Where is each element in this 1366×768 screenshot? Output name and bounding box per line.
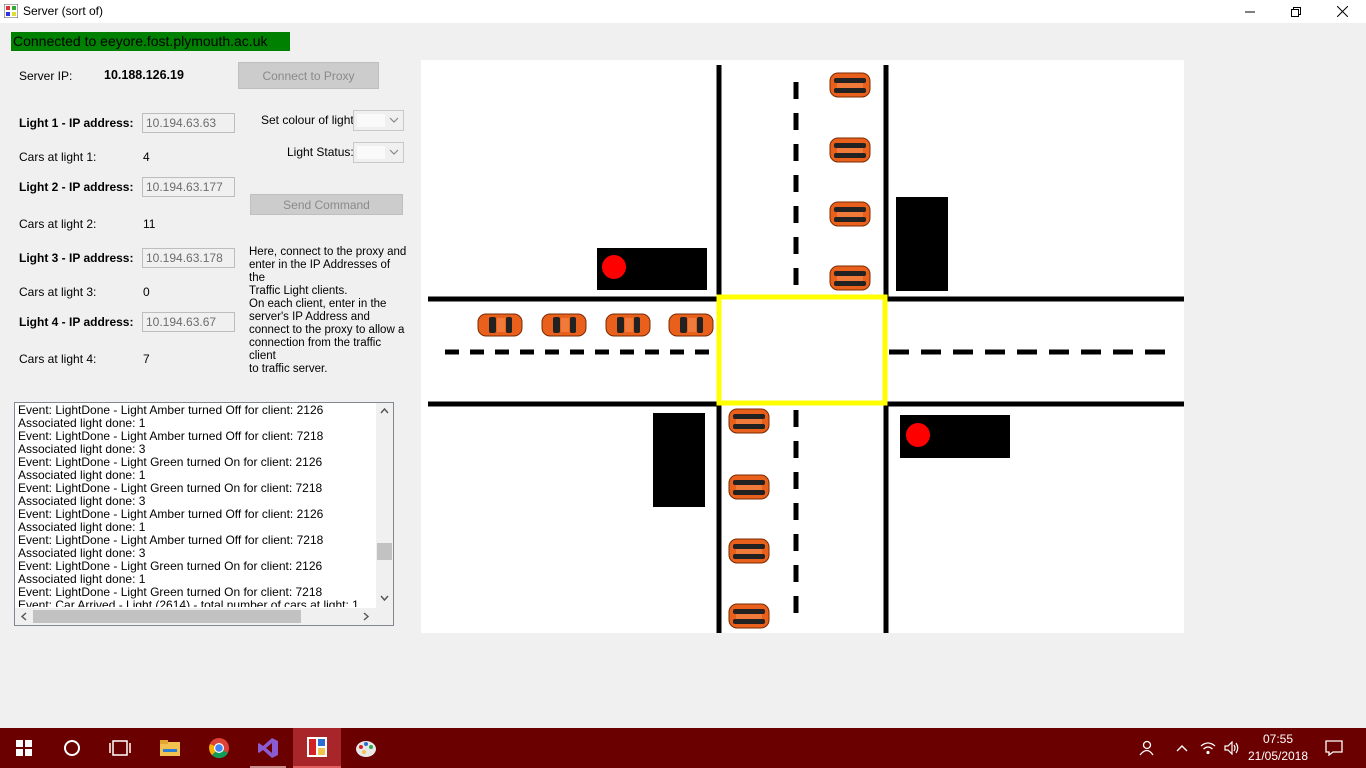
light-2-cars-value: 11 [143,217,156,231]
traffic-light-south [653,413,705,507]
car [728,538,770,564]
light-4-ip-field[interactable]: 10.194.63.67 [142,312,235,332]
send-command-button[interactable]: Send Command [250,194,403,215]
car [477,313,523,337]
car [605,313,651,337]
task-view-button[interactable] [96,728,144,768]
event-log-lines: Event: LightDone - Light Amber turned Of… [18,404,376,607]
network-button[interactable] [1196,728,1220,768]
car [728,474,770,500]
scroll-right-icon[interactable] [361,612,370,621]
car [668,313,714,337]
minimize-button[interactable] [1227,0,1273,23]
file-explorer-button[interactable] [146,728,194,768]
close-button[interactable] [1319,0,1365,23]
scroll-up-icon[interactable] [380,407,389,416]
log-horizontal-thumb[interactable] [33,610,301,623]
start-icon [16,740,32,756]
log-vertical-thumb[interactable] [377,543,392,560]
volume-button[interactable] [1220,728,1244,768]
light-2-cars-label: Cars at light 2: [19,217,97,231]
log-line[interactable]: Event: Car Arrived - Light (2614) - tota… [18,599,376,608]
intersection-canvas [421,60,1184,633]
action-center-button[interactable] [1312,728,1356,768]
server-ip-value: 10.188.126.19 [104,68,184,82]
restore-button[interactable] [1273,0,1319,23]
visual-studio-icon [258,738,278,758]
light-3-ip-label: Light 3 - IP address: [19,251,134,265]
connect-to-proxy-button[interactable]: Connect to Proxy [238,62,379,89]
red-light-indicator [602,255,626,279]
light-status-select[interactable] [353,142,404,163]
scroll-down-icon[interactable] [380,593,389,602]
light-4-ip-label: Light 4 - IP address: [19,315,134,329]
title-bar: Server (sort of) [0,0,1366,23]
clock-date: 21/05/2018 [1247,749,1309,763]
people-button[interactable] [1124,728,1168,768]
server-app-icon [307,737,327,757]
light-1-ip-field[interactable]: 10.194.63.63 [142,113,235,133]
light-status-label: Light Status: [287,145,354,159]
chevron-down-icon [389,117,399,123]
car [829,72,871,98]
show-hidden-icons-button[interactable] [1168,728,1196,768]
connection-status-banner: Connected to eeyore.fost.plymouth.ac.uk [11,32,290,51]
visual-studio-button[interactable] [244,728,292,768]
clock-time: 07:55 [1262,732,1294,746]
task-view-icon [109,740,131,756]
light-2-ip-field[interactable]: 10.194.63.177 [142,177,235,197]
paint-button[interactable] [342,728,390,768]
set-colour-label: Set colour of light: [261,113,358,127]
close-icon [1336,6,1348,17]
file-explorer-icon [160,740,180,756]
help-text-proxy: Here, connect to the proxy and enter in … [249,246,407,297]
light-1-ip-label: Light 1 - IP address: [19,116,134,130]
car [829,265,871,291]
colour-select[interactable] [353,110,404,131]
car [541,313,587,337]
people-icon [1139,740,1154,756]
server-app-button[interactable] [293,728,341,768]
car [728,603,770,629]
start-button[interactable] [0,728,48,768]
car [728,408,770,434]
app-icon [4,4,18,18]
light-2-ip-label: Light 2 - IP address: [19,180,134,194]
red-light-indicator [906,423,930,447]
help-text-client: On each client, enter in the server's IP… [249,298,405,375]
window-title: Server (sort of) [23,4,104,18]
event-log-listbox[interactable]: Event: LightDone - Light Amber turned Of… [14,402,394,626]
light-1-cars-value: 4 [143,150,150,164]
junction-box [716,294,888,406]
restore-icon [1291,6,1301,17]
paint-icon [356,741,376,757]
light-3-cars-value: 0 [143,285,150,299]
light-3-cars-label: Cars at light 3: [19,285,97,299]
minimize-icon [1245,11,1255,12]
notification-icon [1325,740,1343,756]
cortana-button[interactable] [48,728,96,768]
log-horizontal-scrollbar[interactable] [15,608,376,625]
taskbar: 07:55 21/05/2018 [0,728,1366,768]
log-vertical-scrollbar[interactable] [376,403,393,608]
light-1-cars-label: Cars at light 1: [19,150,97,164]
system-clock[interactable]: 07:55 21/05/2018 [1246,731,1310,765]
cortana-icon [64,740,80,756]
scroll-left-icon[interactable] [20,612,29,621]
chrome-button[interactable] [195,728,243,768]
light-3-ip-field[interactable]: 10.194.63.178 [142,248,235,268]
car [829,201,871,227]
traffic-light-north [896,197,948,291]
chrome-icon [209,738,229,759]
server-ip-label: Server IP: [19,69,73,83]
chevron-up-icon [1176,745,1188,752]
light-4-cars-value: 7 [143,352,150,366]
light-4-cars-label: Cars at light 4: [19,352,97,366]
car [829,137,871,163]
speaker-icon [1224,741,1239,755]
wifi-icon [1200,742,1216,755]
chevron-down-icon [389,149,399,155]
